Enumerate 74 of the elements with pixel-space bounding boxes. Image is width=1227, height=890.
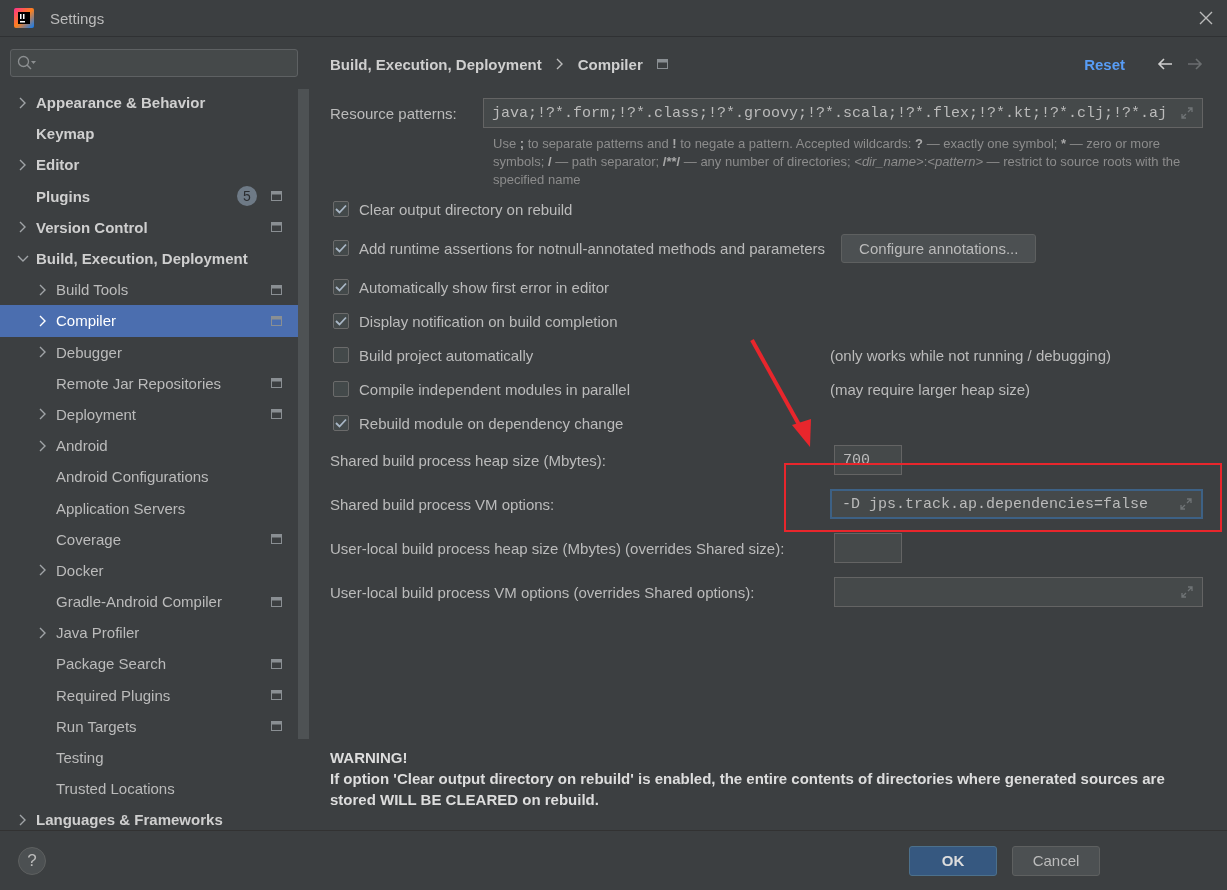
help-button[interactable]: ?	[18, 846, 46, 875]
help-text: Use ; to separate patterns and ! to negate a pattern. Accepted wildcards: ? — exactly one symbol; * — zero or more symbols; / — path separator; /**/ — any number of directories; <dir_name>:<pattern> — restrict to source roots with the specified name	[493, 135, 1182, 189]
check-icon	[335, 204, 347, 214]
warning-title: WARNING!	[330, 748, 409, 768]
tree-item[interactable]: Compiler	[0, 305, 298, 337]
input-field[interactable]: -D jps.track.ap.dependencies=false	[830, 489, 1203, 519]
checkbox-label[interactable]: Clear output directory on rebuild	[359, 200, 573, 218]
check-icon	[335, 282, 347, 292]
tree-item[interactable]: Required Plugins	[0, 679, 298, 711]
field-label: User-local build process heap size (Mbytes) (overrides Shared size):	[330, 539, 786, 557]
input-field[interactable]: java;!?*.form;!?*.class;!?*.groovy;!?*.scala;!?*.flex;!?*.kt;!?*.clj;!?*.aj	[483, 98, 1203, 128]
checkbox-label[interactable]: Display notification on build completion	[359, 312, 618, 330]
window-title: Settings	[50, 9, 106, 27]
warning-text: If option 'Clear output directory on rebuild' is enabled, the entire contents of directories where generated sources are stored WILL BE CLEARED on rebuild.	[330, 769, 1166, 810]
input-field[interactable]	[834, 533, 902, 563]
tree-item[interactable]: Java Profiler	[0, 617, 298, 649]
checkbox[interactable]	[333, 313, 349, 329]
tree-item[interactable]: Build Tools	[0, 274, 298, 306]
tree-item[interactable]: Deployment	[0, 398, 298, 431]
tree-item[interactable]: Testing	[0, 741, 298, 774]
tree-item[interactable]: Debugger	[0, 336, 298, 368]
checkbox[interactable]	[333, 415, 349, 431]
hint-text: (may require larger heap size)	[830, 380, 1031, 398]
tree-item[interactable]: Trusted Locations	[0, 773, 298, 805]
search-field[interactable]	[10, 49, 298, 77]
configure-annotations-button[interactable]: Configure annotations...	[841, 233, 1037, 263]
tree-item[interactable]: Run Targets	[0, 710, 298, 742]
tree-item[interactable]: Remote Jar Repositories	[0, 367, 298, 399]
tree-item[interactable]: Coverage	[0, 523, 298, 555]
ok-button[interactable]: OK	[909, 845, 997, 876]
breadcrumb-item[interactable]: Build, Execution, Deployment	[330, 55, 542, 73]
tree-item[interactable]: Android Configurations	[0, 461, 298, 493]
cancel-button[interactable]: Cancel	[1012, 845, 1100, 876]
checkbox-label[interactable]: Compile independent modules in parallel	[359, 380, 630, 398]
tree-item[interactable]: Editor	[0, 149, 298, 181]
tree-item[interactable]: Gradle-Android Compiler	[0, 586, 298, 618]
breadcrumb-item: Compiler	[577, 55, 643, 73]
field-label: Shared build process VM options:	[330, 495, 556, 513]
tree-item[interactable]: Android	[0, 430, 298, 462]
checkbox-label[interactable]: Rebuild module on dependency change	[359, 414, 624, 432]
tree-item[interactable]: Build, Execution, Deployment	[0, 242, 298, 275]
hint-text: (only works while not running / debugging)	[830, 346, 1111, 364]
checkbox[interactable]	[333, 347, 349, 363]
tree-item[interactable]: Application Servers	[0, 492, 298, 524]
breadcrumb-separator-icon	[555, 58, 564, 70]
check-icon	[335, 243, 347, 253]
app-logo-icon	[14, 8, 34, 28]
tree-item[interactable]: Package Search	[0, 648, 298, 680]
tree-item[interactable]: Keymap	[0, 118, 298, 150]
tree-item[interactable]: Appearance & Behavior	[0, 87, 298, 119]
checkbox-label[interactable]: Build project automatically	[359, 346, 534, 364]
reset-link[interactable]: Reset	[1084, 55, 1125, 73]
count-badge: 5	[237, 186, 257, 207]
field-label: Shared build process heap size (Mbytes):	[330, 451, 607, 469]
checkbox[interactable]	[333, 240, 349, 256]
close-icon[interactable]	[1199, 11, 1213, 25]
scrollbar-thumb[interactable]	[298, 89, 309, 739]
checkbox-label[interactable]: Add runtime assertions for notnull-annotated methods and parameters	[359, 239, 826, 257]
checkbox[interactable]	[333, 201, 349, 217]
check-icon	[335, 418, 347, 428]
tree-item[interactable]: Version Control	[0, 211, 298, 243]
checkbox[interactable]	[333, 381, 349, 397]
checkbox[interactable]	[333, 279, 349, 295]
input-field[interactable]	[834, 577, 1203, 607]
tree-item[interactable]: Plugins 5	[0, 180, 298, 212]
tree-item[interactable]: Docker	[0, 554, 298, 586]
field-label: User-local build process VM options (overrides Shared options):	[330, 583, 756, 601]
check-icon	[335, 316, 347, 326]
checkbox-label[interactable]: Automatically show first error in editor	[359, 278, 610, 296]
search-icon[interactable]	[17, 55, 37, 71]
tree-item[interactable]: Languages & Frameworks	[0, 804, 298, 830]
project-scope-icon	[656, 59, 668, 69]
back-arrow-icon[interactable]	[1157, 57, 1173, 71]
field-label: Resource patterns:	[330, 104, 458, 122]
